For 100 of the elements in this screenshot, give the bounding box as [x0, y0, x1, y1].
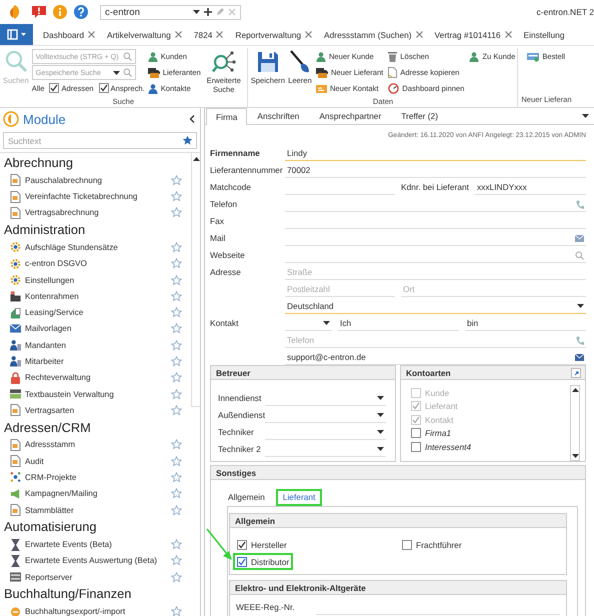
module-item[interactable]: Audit: [10, 455, 44, 468]
caret-icon[interactable]: [377, 413, 384, 417]
star-icon[interactable]: [171, 340, 182, 351]
star-icon[interactable]: [171, 372, 182, 384]
module-item[interactable]: c-entron DSGVO: [10, 258, 87, 270]
collapse-icon[interactable]: [189, 115, 195, 123]
document-tab[interactable]: Adressstamm (Suchen): [318, 24, 429, 45]
scroll-up-icon[interactable]: [192, 157, 200, 161]
star-icon[interactable]: [171, 356, 182, 367]
module-item[interactable]: Pauschalabrechnung: [10, 174, 102, 186]
star-icon[interactable]: [182, 135, 193, 146]
module-item[interactable]: Kampagnen/Mailing: [10, 488, 98, 499]
close-icon[interactable]: [88, 31, 95, 38]
mail-icon[interactable]: [575, 354, 584, 360]
phone-icon[interactable]: [576, 200, 584, 208]
quick-search-field[interactable]: c-entron: [100, 4, 241, 20]
close-icon[interactable]: [504, 31, 512, 38]
tab[interactable]: Ansprechpartner: [309, 108, 392, 124]
star-icon[interactable]: [171, 555, 182, 566]
module-item[interactable]: Adressstamm: [10, 438, 76, 451]
caret-icon[interactable]: [112, 70, 120, 74]
module-item[interactable]: Leasing/Service: [10, 306, 84, 319]
mail-icon[interactable]: [575, 234, 584, 242]
checkbox[interactable]: [411, 428, 421, 438]
document-tab[interactable]: 7824: [188, 24, 230, 45]
tab[interactable]: Lieferant: [276, 489, 322, 506]
checkbox[interactable]: [237, 540, 247, 550]
module-item[interactable]: Vertragsarten: [10, 404, 74, 416]
star-icon[interactable]: [171, 258, 182, 270]
checkbox[interactable]: [49, 83, 60, 93]
caret-icon[interactable]: [377, 447, 384, 451]
close-icon[interactable]: [416, 31, 423, 38]
star-icon[interactable]: [171, 174, 182, 186]
help-icon[interactable]: [73, 4, 89, 20]
star-icon[interactable]: [171, 191, 182, 202]
document-tab[interactable]: Dashboard: [37, 24, 101, 45]
text-field[interactable]: Ich: [338, 316, 459, 331]
caret-icon[interactable]: [377, 430, 384, 434]
module-item[interactable]: Erwartete Events (Beta): [10, 538, 112, 551]
close-icon[interactable]: [174, 31, 182, 38]
star-icon[interactable]: [171, 488, 182, 500]
scroll-up-icon[interactable]: [572, 388, 578, 392]
info-icon[interactable]: [52, 4, 68, 20]
module-item[interactable]: Vereinfachte Ticketabrechnung: [10, 190, 138, 203]
caret-icon[interactable]: [193, 10, 200, 14]
star-icon[interactable]: [171, 504, 182, 516]
app-logo-icon[interactable]: [7, 4, 21, 20]
mail-field[interactable]: support@c-entron.de: [285, 350, 586, 365]
module-item[interactable]: Mitarbeiter: [10, 355, 64, 368]
scrollbar[interactable]: [570, 385, 580, 461]
star-icon[interactable]: [171, 388, 182, 400]
tab[interactable]: Allgemein: [221, 489, 272, 506]
document-tab[interactable]: Reportverwaltung: [229, 24, 318, 45]
star-icon[interactable]: [171, 274, 182, 286]
star-icon[interactable]: [171, 439, 182, 450]
module-item[interactable]: Textbaustein Verwaltung: [10, 389, 114, 400]
phone-icon[interactable]: [576, 336, 584, 344]
module-item[interactable]: Reportserver: [10, 572, 72, 582]
star-icon[interactable]: [171, 307, 182, 318]
module-item[interactable]: Vertragsabrechnung: [10, 206, 99, 219]
expand-icon[interactable]: [571, 368, 581, 378]
star-icon[interactable]: [171, 472, 182, 483]
country-select[interactable]: Deutschland: [285, 299, 586, 314]
close-icon[interactable]: [228, 8, 236, 16]
module-item[interactable]: Buchhaltungsexport/-import: [10, 606, 126, 616]
text-field[interactable]: 70002: [285, 163, 586, 178]
search-icon[interactable]: [575, 250, 584, 260]
checkbox[interactable]: [237, 556, 247, 566]
module-item[interactable]: Kontenrahmen: [10, 290, 79, 302]
star-icon[interactable]: [171, 207, 182, 218]
module-item[interactable]: CRM-Projekte: [10, 471, 76, 484]
chat-icon[interactable]: [31, 4, 47, 20]
module-item[interactable]: Rechteverwaltung: [10, 372, 91, 384]
module-item[interactable]: Erwartete Events Auswertung (Beta): [10, 554, 157, 567]
tab[interactable]: Firma: [206, 108, 248, 125]
tab[interactable]: Treffer (2): [391, 108, 448, 124]
module-logo-icon[interactable]: [3, 111, 19, 127]
caret-icon[interactable]: [323, 321, 330, 325]
document-tab[interactable]: Vertrag #1014116: [428, 24, 518, 45]
pencil-icon[interactable]: [216, 8, 224, 16]
text-field[interactable]: Lindy: [285, 146, 586, 161]
scroll-down-icon[interactable]: [572, 454, 578, 458]
checkbox[interactable]: [98, 83, 109, 93]
star-icon[interactable]: [171, 539, 182, 550]
module-item[interactable]: Mandanten: [10, 339, 66, 352]
star-icon[interactable]: [171, 242, 182, 253]
document-tab[interactable]: Einstellung: [518, 24, 570, 45]
star-icon[interactable]: [171, 323, 182, 334]
tab[interactable]: Anschriften: [247, 108, 310, 124]
star-icon[interactable]: [171, 404, 182, 416]
scrollbar[interactable]: [191, 153, 200, 407]
caret-icon[interactable]: [377, 396, 384, 400]
checkbox[interactable]: [402, 540, 412, 550]
menu-button[interactable]: [0, 24, 33, 45]
text-field[interactable]: bin: [465, 316, 586, 331]
module-item[interactable]: Einstellungen: [10, 274, 74, 286]
close-icon[interactable]: [216, 31, 224, 38]
checkbox[interactable]: [411, 442, 421, 452]
star-icon[interactable]: [171, 606, 182, 616]
module-item[interactable]: Aufschläge Stundensätze: [10, 241, 118, 254]
